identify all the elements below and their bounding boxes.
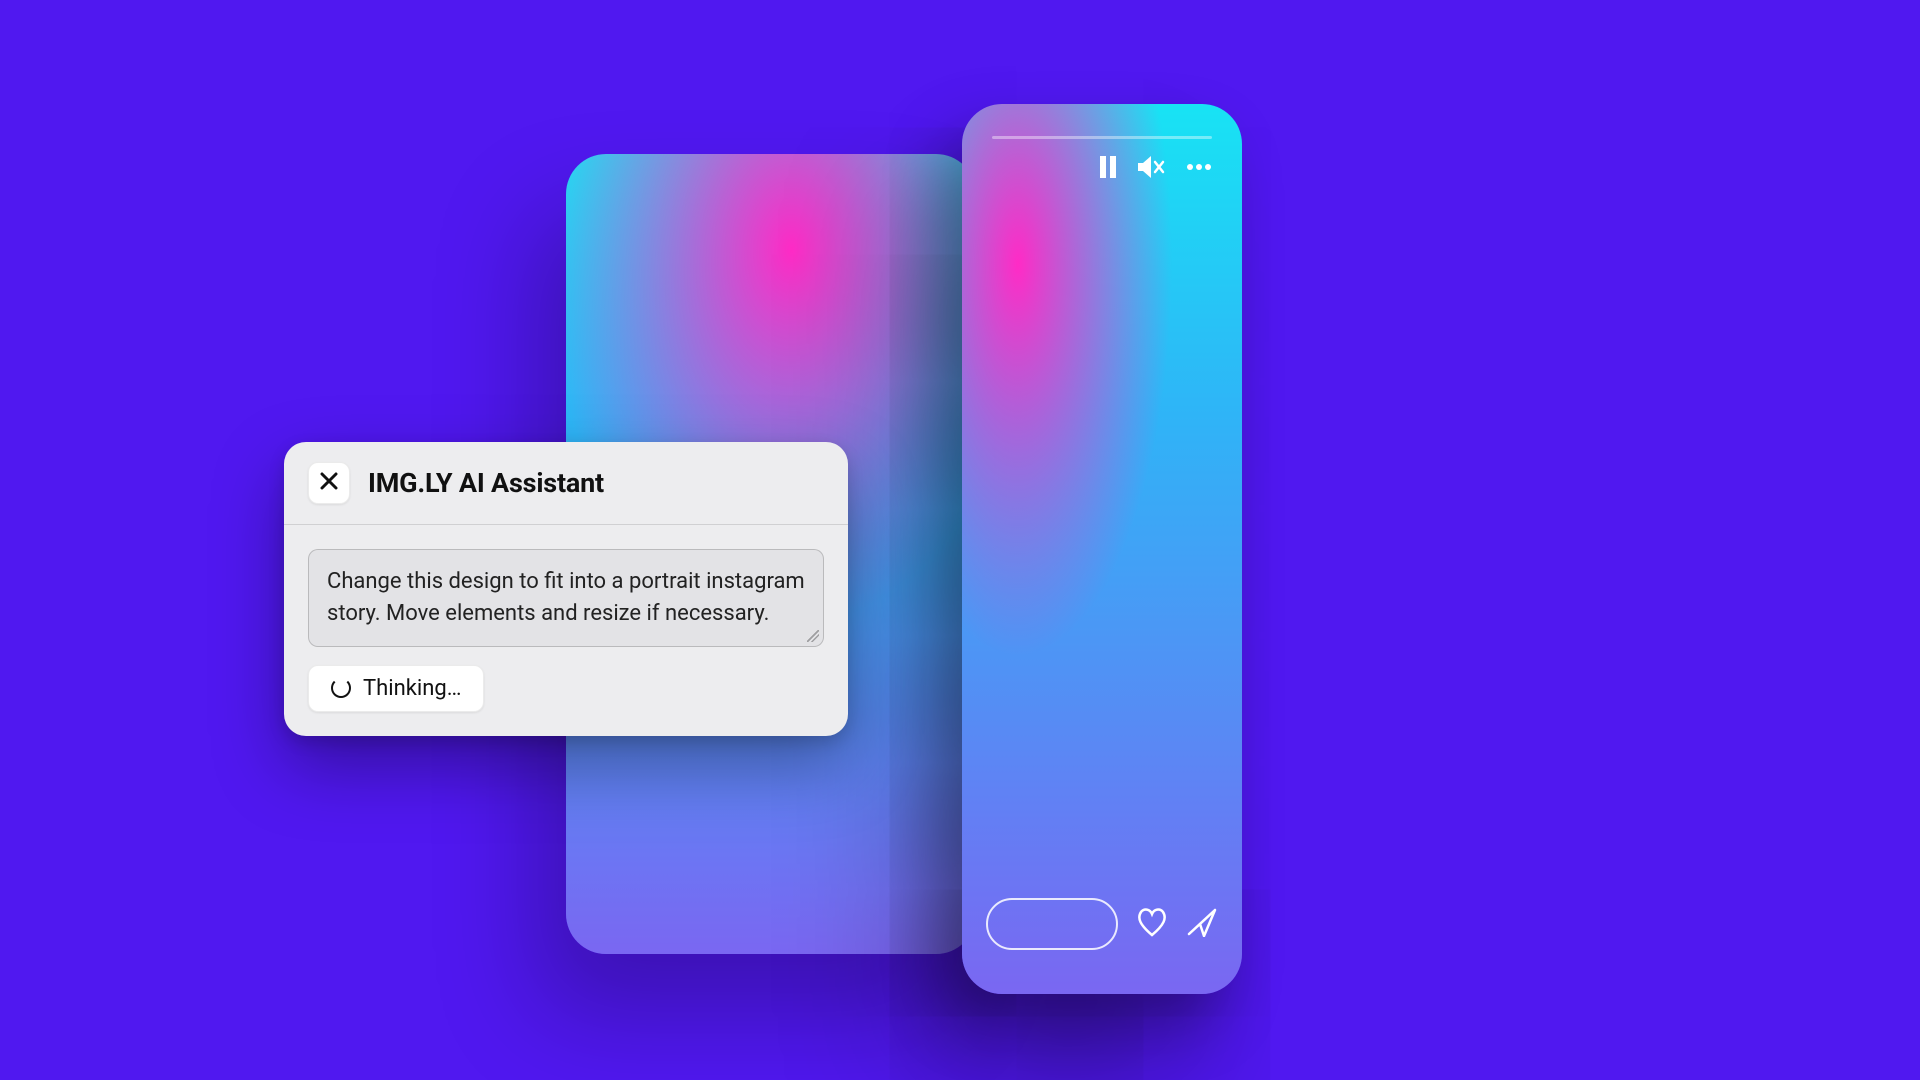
story-preview-card [962, 104, 1242, 994]
assistant-header: IMG.LY AI Assistant [284, 442, 848, 525]
send-icon[interactable] [1186, 907, 1218, 941]
close-icon [320, 472, 338, 494]
more-icon[interactable] [1186, 163, 1212, 171]
story-bottom-bar [986, 898, 1218, 950]
close-button[interactable] [308, 462, 350, 504]
pause-icon[interactable] [1098, 156, 1118, 178]
story-progress-bar[interactable] [992, 136, 1212, 139]
story-reply-input[interactable] [986, 898, 1118, 950]
story-top-controls [1098, 156, 1212, 178]
assistant-status-text: Thinking… [363, 676, 461, 701]
assistant-title: IMG.LY AI Assistant [368, 467, 604, 499]
assistant-body: Change this design to fit into a portrai… [284, 525, 848, 736]
assistant-prompt-input[interactable]: Change this design to fit into a portrai… [308, 549, 824, 647]
ai-assistant-panel: IMG.LY AI Assistant Change this design t… [284, 442, 848, 736]
assistant-status-chip: Thinking… [308, 665, 484, 712]
spinner-icon [331, 678, 351, 698]
heart-icon[interactable] [1136, 907, 1168, 941]
volume-mute-icon[interactable] [1138, 156, 1166, 178]
